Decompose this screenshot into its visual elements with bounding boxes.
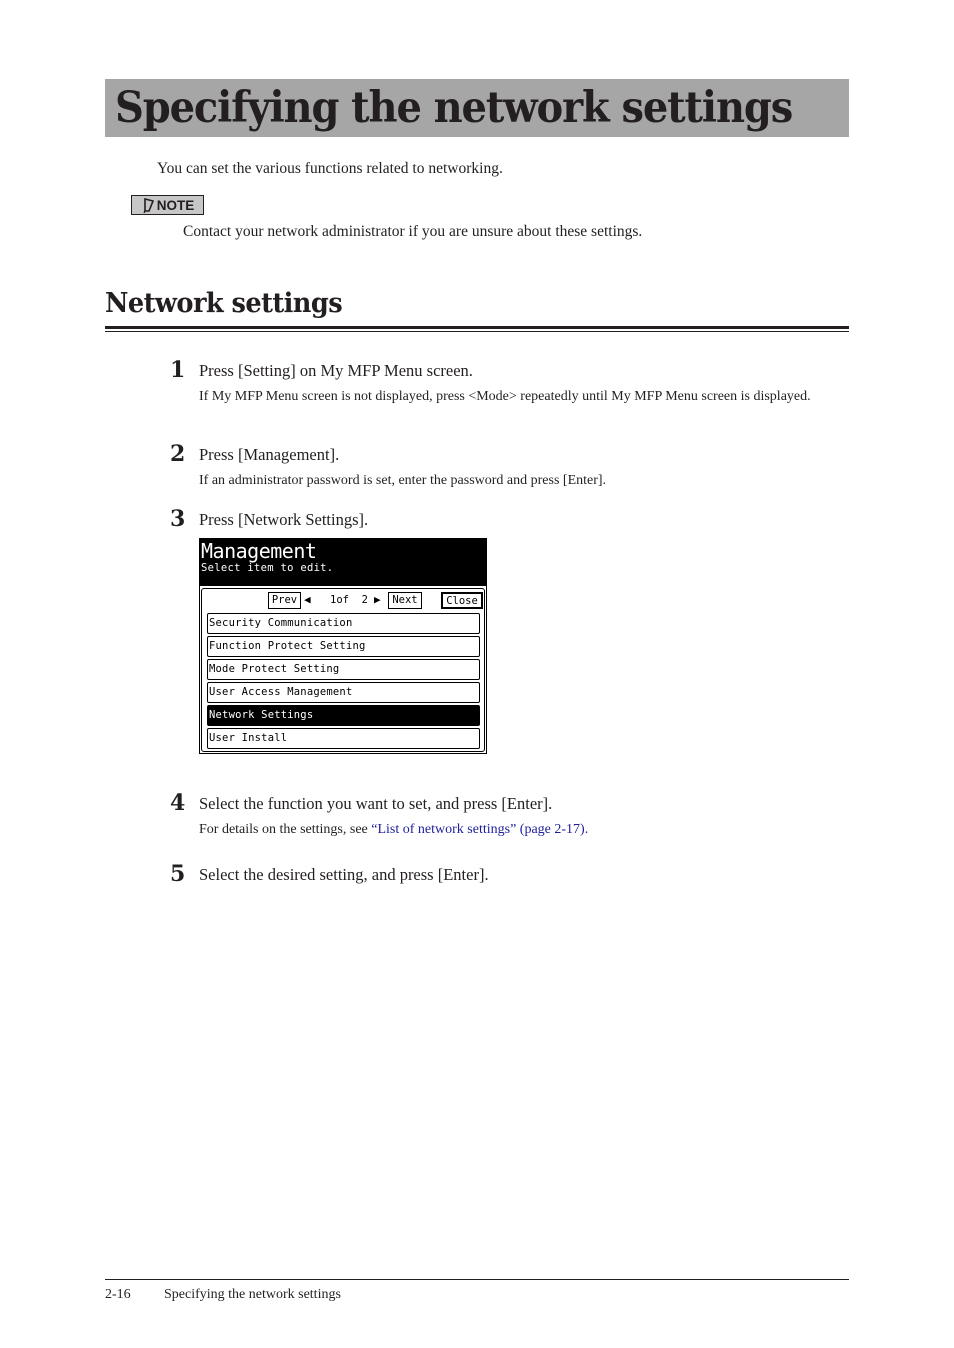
note-badge: NOTE — [131, 195, 204, 215]
section-rule-thin — [105, 331, 849, 332]
section-rule — [105, 326, 849, 329]
list-of-network-settings-link[interactable]: “List of network settings” (page 2-17) — [371, 822, 584, 837]
note-label: NOTE — [156, 197, 195, 213]
footer-chapter-title: Specifying the network settings — [164, 1287, 341, 1302]
step-subtext: If My MFP Menu screen is not displayed, … — [199, 389, 811, 404]
page-title-bar: Specifying the network settings — [105, 79, 849, 137]
step-text: Select the function you want to set, and… — [199, 794, 553, 813]
step-number: 5 — [170, 861, 186, 887]
triangle-left-icon: ◀ — [304, 593, 311, 606]
note-text: Contact your network administrator if yo… — [183, 223, 643, 240]
section-heading: Network settings — [105, 288, 343, 319]
screen-header: Management Select item to edit. — [200, 539, 486, 586]
subtext-prefix: For details on the settings, see — [199, 822, 372, 837]
screen-panel: Prev ◀ 1of 2 ▶ Next Close Security Commu… — [201, 588, 485, 752]
step-text: Press [Network Settings]. — [199, 510, 369, 529]
menu-item-network-settings[interactable]: Network Settings — [207, 705, 480, 726]
footer-rule — [105, 1279, 849, 1280]
triangle-right-icon: ▶ — [374, 593, 381, 606]
intro-text: You can set the various functions relate… — [157, 160, 503, 177]
menu-item-user-access-management[interactable]: User Access Management — [207, 682, 480, 703]
step-text: Select the desired setting, and press [E… — [199, 865, 489, 884]
step-text: Press [Management]. — [199, 445, 340, 464]
management-screen: Management Select item to edit. Prev ◀ 1… — [199, 538, 487, 754]
menu-item-security-communication[interactable]: Security Communication — [207, 613, 480, 634]
menu-item-function-protect-setting[interactable]: Function Protect Setting — [207, 636, 480, 657]
screen-subtitle: Select item to edit. — [201, 562, 334, 574]
step-number: 1 — [170, 357, 186, 383]
step-subtext: For details on the settings, see “List o… — [199, 820, 829, 840]
step-subtext: If an administrator password is set, ent… — [199, 473, 607, 488]
step-text: Press [Setting] on My MFP Menu screen. — [199, 361, 473, 380]
step-number: 3 — [170, 506, 186, 532]
page-indicator: 1of 2 — [330, 593, 368, 608]
page-total: 2 — [361, 594, 368, 606]
next-button[interactable]: Next — [388, 592, 422, 609]
page-of: of — [336, 594, 349, 606]
close-button[interactable]: Close — [441, 592, 483, 609]
subtext-suffix: . — [584, 822, 589, 837]
page-title: Specifying the network settings — [115, 83, 793, 133]
menu-item-user-install[interactable]: User Install — [207, 728, 480, 749]
menu-item-mode-protect-setting[interactable]: Mode Protect Setting — [207, 659, 480, 680]
prev-button[interactable]: Prev — [268, 592, 301, 609]
footer-page-number: 2-16 — [105, 1287, 131, 1302]
step-number: 4 — [170, 790, 186, 816]
pencil-icon — [143, 197, 154, 213]
step-number: 2 — [170, 441, 186, 467]
screen-title: Management — [201, 539, 317, 563]
